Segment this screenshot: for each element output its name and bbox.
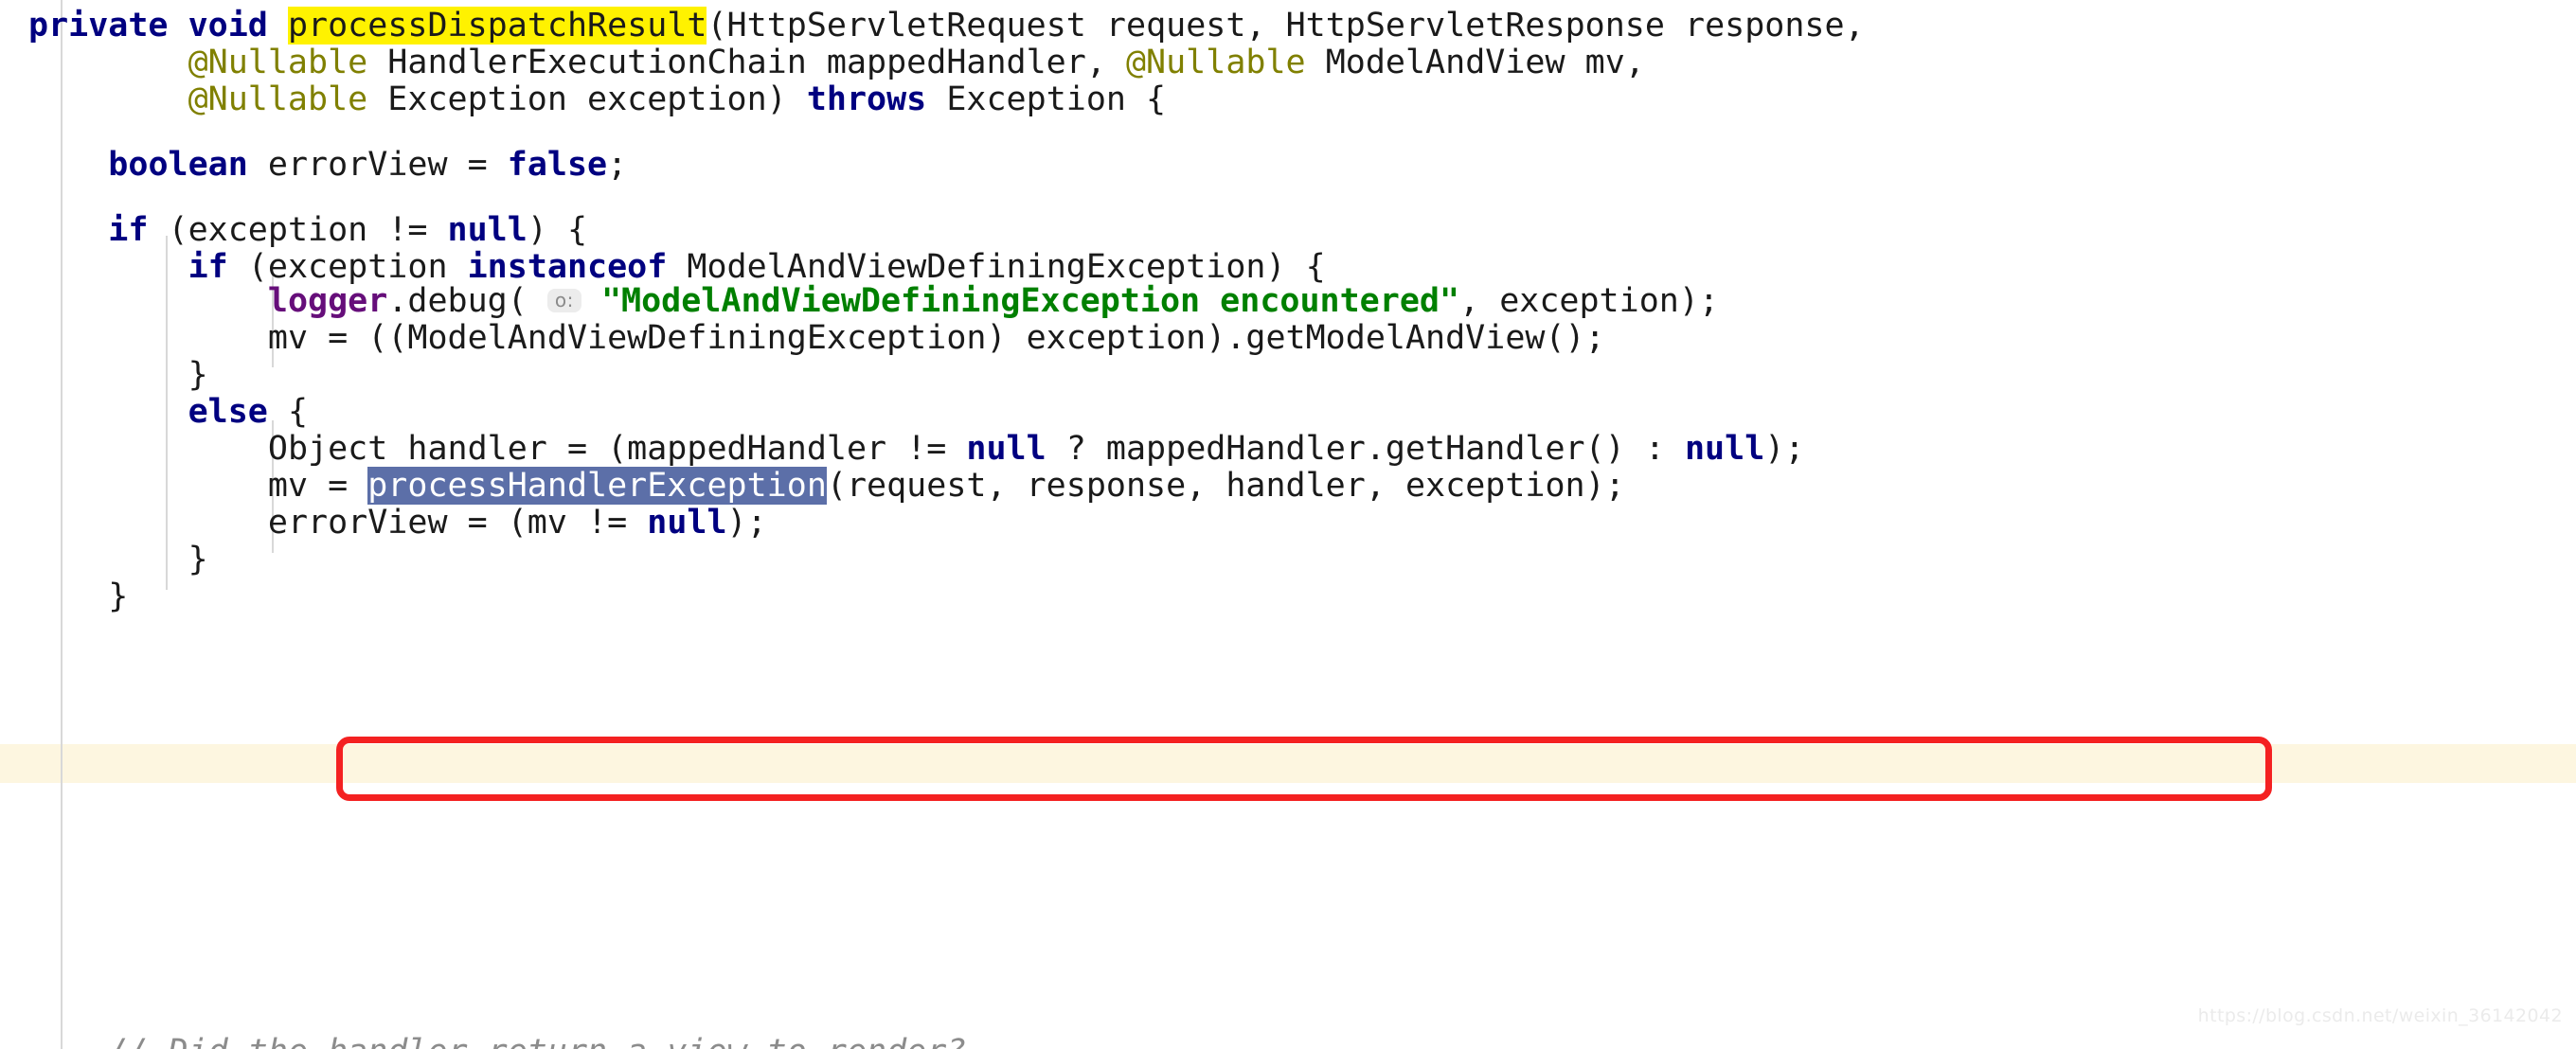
code-line-assign-error-view[interactable]: errorView = (mv != null); (28, 505, 767, 542)
token-method-debug: .debug( (387, 282, 547, 320)
token-keyword-false: false (507, 146, 608, 184)
token-param-name-hint: o: (546, 289, 581, 312)
token-param-exception: Exception exception) (367, 80, 807, 118)
token-keyword-instanceof: instanceof (467, 248, 668, 286)
token-stmt-handler-3: ); (1764, 430, 1805, 468)
code-line-signature-line-2[interactable]: @Nullable HandlerExecutionChain mappedHa… (28, 44, 1645, 81)
token-stmt-error-view-2: ); (726, 504, 767, 542)
token-brace-close-3: } (108, 578, 129, 615)
token-keyword-boolean: boolean (108, 146, 248, 184)
token-stmt-handler-2: ? mappedHandler.getHandler() : (1046, 430, 1685, 468)
code-line-else-clause[interactable]: else { (28, 394, 308, 431)
token-stmt-error-view-1: errorView = (mv != (267, 504, 648, 542)
token-call-args: (request, response, handler, exception); (826, 467, 1625, 505)
token-selected-method-call[interactable]: processHandlerException (367, 467, 827, 505)
token-signature-params-1: (HttpServletRequest request, HttpServlet… (707, 7, 1865, 44)
token-keyword-else: else (188, 393, 268, 431)
token-keyword-null-3: null (1684, 430, 1765, 468)
token-throws-type: Exception { (926, 80, 1167, 118)
code-editor-viewport[interactable]: } private void processDispatchResult(Htt… (0, 0, 2576, 1049)
token-annotation-nullable-1: @Nullable (188, 44, 368, 81)
clipped-comment-line: // Did the handler return a view to rend… (28, 1034, 1354, 1049)
code-line-close-brace-else[interactable]: } (28, 542, 208, 578)
token-brace-open: { (267, 393, 309, 431)
code-line-declare-handler[interactable]: Object handler = (mappedHandler != null … (28, 430, 1805, 468)
code-text-layer[interactable]: private void processDispatchResult(HttpS… (0, 0, 2576, 1049)
token-keyword-null-1: null (447, 211, 528, 249)
token-keyword-throws: throws (806, 80, 927, 118)
code-line-declare-error-view[interactable]: boolean errorView = false; (28, 147, 627, 184)
token-var-error-view: errorView = (247, 146, 508, 184)
token-keyword-if: if (108, 211, 149, 249)
code-line-if-instanceof-mavde[interactable]: if (exception instanceof ModelAndViewDef… (28, 249, 1326, 286)
token-keyword-void: void (188, 7, 268, 44)
token-annotation-nullable-2: @Nullable (1125, 44, 1306, 81)
token-param-model-and-view: ModelAndView mv, (1305, 44, 1645, 81)
token-assign-prefix: mv = (267, 467, 368, 505)
code-line-signature-line-1[interactable]: private void processDispatchResult(HttpS… (28, 7, 1865, 44)
token-semicolon: ; (607, 146, 628, 184)
code-line-logger-debug-call[interactable]: logger.debug( o: "ModelAndViewDefiningEx… (28, 283, 1719, 320)
code-line-assign-mv-from-cast[interactable]: mv = ((ModelAndViewDefiningException) ex… (28, 320, 1605, 357)
token-space-after-hint (581, 282, 601, 320)
token-keyword-if-2: if (188, 248, 228, 286)
token-brace-close-2: } (188, 541, 208, 578)
token-param-mapped-handler: HandlerExecutionChain mappedHandler, (367, 44, 1126, 81)
code-line-signature-line-3[interactable]: @Nullable Exception exception) throws Ex… (28, 80, 1167, 118)
token-condition-open: (exception != (148, 211, 448, 249)
token-field-logger: logger (267, 282, 388, 320)
token-args-tail: , exception); (1459, 282, 1719, 320)
watermark-url: https://blog.csdn.net/weixin_36142042 (2197, 1005, 2563, 1026)
token-keyword-private: private (28, 7, 169, 44)
token-string-literal-mavde: "ModelAndViewDefiningException encounter… (600, 282, 1460, 320)
token-keyword-null-4: null (647, 504, 727, 542)
code-line-close-brace-outer-if[interactable]: } (28, 578, 128, 615)
token-stmt-mv-cast: mv = ((ModelAndViewDefiningException) ex… (267, 319, 1605, 357)
clipped-comment-text: // Did the handler return a view to rend… (28, 1034, 1354, 1049)
code-line-assign-mv-process-handler-exception[interactable]: mv = processHandlerException(request, re… (28, 467, 1625, 505)
token-keyword-null-2: null (966, 430, 1046, 468)
code-line-if-exception-not-null[interactable]: if (exception != null) { (28, 212, 587, 249)
token-condition-open-2: (exception (227, 248, 468, 286)
code-line-close-brace-inner-if[interactable]: } (28, 357, 208, 394)
token-stmt-handler-1: Object handler = (mappedHandler != (267, 430, 967, 468)
token-method-name-highlighted[interactable]: processDispatchResult (287, 7, 707, 44)
token-condition-close: ) { (527, 211, 588, 249)
token-annotation-nullable-3: @Nullable (188, 80, 368, 118)
token-type-mavde: ModelAndViewDefiningException) { (667, 248, 1326, 286)
token-brace-close: } (188, 356, 208, 394)
